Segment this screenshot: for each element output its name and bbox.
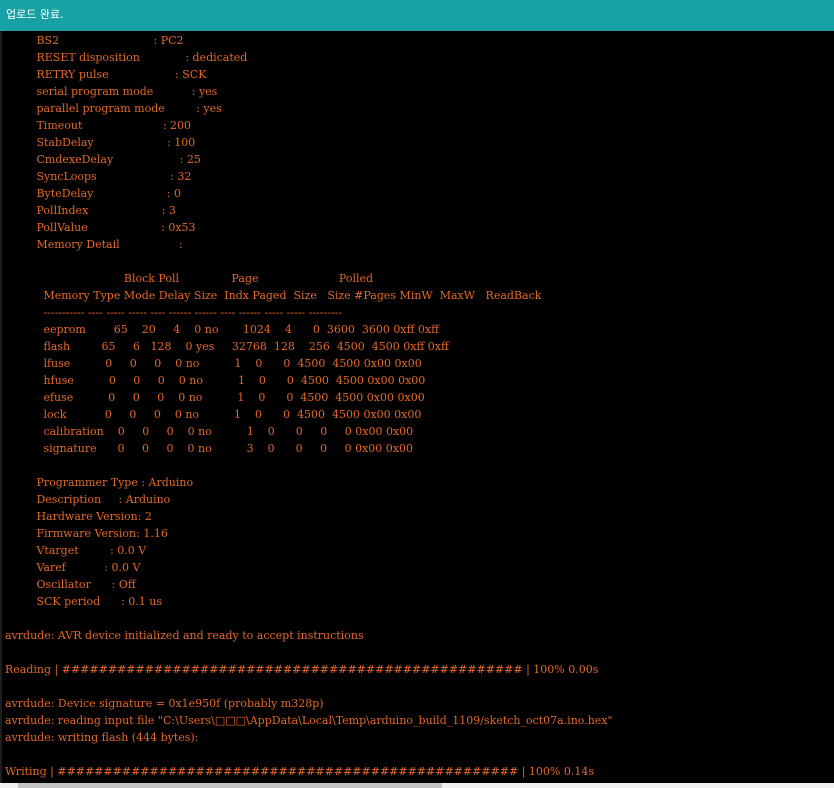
console-line: Memory Detail : — [5, 238, 183, 251]
console-line: efuse 0 0 0 0 no 1 0 0 4500 4500 0x00 0x… — [5, 391, 425, 404]
console-line: eeprom 65 20 4 0 no 1024 4 0 3600 3600 0… — [5, 323, 439, 336]
horizontal-scrollbar-thumb[interactable] — [18, 783, 442, 788]
console-line: PollIndex : 3 — [5, 204, 176, 217]
console-line: Programmer Type : Arduino — [5, 476, 194, 489]
console-line: serial program mode : yes — [5, 85, 218, 98]
console-line: Block Poll Page Polled — [5, 272, 374, 285]
console-left-border — [0, 31, 2, 783]
console-line: BS2 : PC2 — [5, 34, 184, 47]
console-line: SyncLoops : 32 — [5, 170, 192, 183]
console-line: avrdude: reading input file "C:\Users\□□… — [5, 714, 613, 727]
console-line: ----------- ---- ----- ----- ---- ------… — [5, 306, 343, 319]
console-line: PollValue : 0x53 — [5, 221, 196, 234]
console-line: calibration 0 0 0 0 no 1 0 0 0 0 0x00 0x… — [5, 425, 414, 438]
horizontal-scrollbar[interactable] — [0, 783, 834, 788]
console-line: lock 0 0 0 0 no 1 0 0 4500 4500 0x00 0x0… — [5, 408, 422, 421]
console-line: Writing | ##############################… — [5, 765, 594, 778]
console-line: Vtarget : 0.0 V — [5, 544, 147, 557]
console-line: Reading | ##############################… — [5, 663, 599, 676]
console-line: Description : Arduino — [5, 493, 171, 506]
console-line: lfuse 0 0 0 0 no 1 0 0 4500 4500 0x00 0x… — [5, 357, 422, 370]
console-line: hfuse 0 0 0 0 no 1 0 0 4500 4500 0x00 0x… — [5, 374, 426, 387]
console-line: ByteDelay : 0 — [5, 187, 181, 200]
console-output[interactable]: BS2 : PC2 RESET disposition : dedicated … — [0, 31, 834, 788]
console-line: Varef : 0.0 V — [5, 561, 141, 574]
console-line: RESET disposition : dedicated — [5, 51, 248, 64]
console-line: signature 0 0 0 0 no 3 0 0 0 0 0x00 0x00 — [5, 442, 413, 455]
console-line: avrdude: Device signature = 0x1e950f (pr… — [5, 697, 324, 710]
console-line: Hardware Version: 2 — [5, 510, 152, 523]
console-line: flash 65 6 128 0 yes 32768 128 256 4500 … — [5, 340, 449, 353]
status-message: 업로드 완료. — [6, 8, 64, 21]
console-line: parallel program mode : yes — [5, 102, 222, 115]
console-lines: BS2 : PC2 RESET disposition : dedicated … — [5, 32, 613, 780]
console-line: Memory Type Mode Delay Size Indx Paged S… — [5, 289, 542, 302]
console-line: Timeout : 200 — [5, 119, 192, 132]
status-bar: 업로드 완료. — [0, 0, 834, 31]
console-line: RETRY pulse : SCK — [5, 68, 207, 81]
console-line: avrdude: AVR device initialized and read… — [5, 629, 364, 642]
console-line: avrdude: writing flash (444 bytes): — [5, 731, 199, 744]
console-line: StabDelay : 100 — [5, 136, 196, 149]
console-line: SCK period : 0.1 us — [5, 595, 163, 608]
console-line: Oscillator : Off — [5, 578, 136, 591]
console-line: CmdexeDelay : 25 — [5, 153, 201, 166]
console-line: Firmware Version: 1.16 — [5, 527, 168, 540]
